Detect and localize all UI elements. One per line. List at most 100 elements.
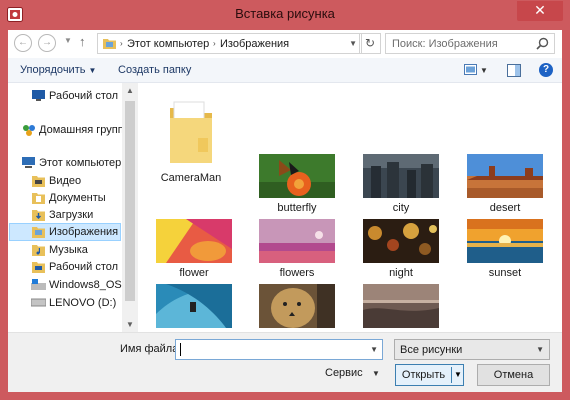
file-item-butterfly[interactable]: butterfly (252, 154, 342, 216)
homegroup-icon (23, 125, 35, 136)
computer-icon (22, 157, 35, 168)
thumbnail (259, 154, 335, 198)
sidebar-item-desktop-folder[interactable]: Рабочий стол (8, 258, 122, 276)
tools-menu[interactable]: Сервис (325, 367, 363, 379)
flowers-image (259, 219, 335, 263)
sidebar-item-music[interactable]: Музыка (8, 241, 122, 259)
file-name: sunset (488, 267, 522, 279)
dialog-footer: Имя файла: ▼ Все рисунки ▼ Сервис ▼ Откр… (8, 332, 562, 392)
refresh-icon: ↻ (364, 36, 376, 50)
change-view-icon[interactable] (464, 64, 477, 76)
file-item-cameraman[interactable]: CameraMan (146, 90, 236, 188)
file-type-value: Все рисунки (400, 344, 463, 356)
open-options-dropdown[interactable]: ▼ (454, 370, 462, 379)
thumbnail (467, 219, 543, 263)
address-bar[interactable]: › Этот компьютер › Изображения ▼ (97, 33, 362, 54)
chevron-down-icon: ▼ (536, 345, 544, 354)
refresh-button[interactable]: ↻ (359, 33, 381, 54)
file-name: night (389, 267, 413, 279)
address-dropdown-icon[interactable]: ▼ (349, 39, 357, 48)
view-options-dropdown[interactable]: ▼ (480, 66, 488, 75)
drive-c-icon (31, 279, 46, 290)
sidebar-item-this-pc[interactable]: Этот компьютер (8, 154, 122, 172)
documents-folder-icon (32, 193, 45, 204)
file-name: CameraMan (160, 172, 222, 184)
breadcrumb-this-pc[interactable]: Этот компьютер (127, 38, 209, 50)
split-divider (451, 367, 452, 383)
recent-locations-button[interactable]: ▼ (64, 36, 72, 45)
close-button[interactable]: ✕ (517, 1, 563, 21)
sidebar-item-label: Windows8_OS (C (49, 279, 122, 291)
file-item-sunset[interactable]: sunset (460, 219, 550, 281)
filename-label: Имя файла: (120, 343, 182, 355)
thumbnail (363, 154, 439, 198)
sidebar-item-desktop[interactable]: Рабочий стол (8, 87, 122, 105)
arrow-left-icon: ← (18, 37, 28, 48)
sidebar-item-label: Документы (49, 192, 106, 204)
file-item-flowers[interactable]: flowers (252, 219, 342, 281)
surf-image (156, 284, 232, 328)
address-row: ← → ▼ ↑ › Этот компьютер › Изображения ▼… (8, 30, 562, 58)
chevron-down-icon[interactable]: ▼ (370, 345, 378, 354)
cancel-button[interactable]: Отмена (477, 364, 550, 386)
sidebar-item-label: Рабочий стол (49, 90, 119, 102)
file-type-select[interactable]: Все рисунки ▼ (394, 339, 550, 360)
scroll-down-icon[interactable]: ▼ (126, 320, 134, 329)
thumbnail (363, 284, 439, 328)
city-image (363, 154, 439, 198)
up-button[interactable]: ↑ (79, 34, 86, 49)
desktop-icon (32, 90, 45, 101)
thumbnail (259, 284, 335, 328)
title-bar: Вставка рисунка ✕ (0, 0, 570, 30)
desktop-folder-icon (32, 262, 45, 273)
thumbnail (156, 284, 232, 328)
sidebar-item-label: Изображения (49, 226, 119, 238)
sidebar-item-drive-c[interactable]: Windows8_OS (C (8, 276, 122, 294)
sidebar-item-label: Рабочий стол (49, 261, 119, 273)
breadcrumb-pictures[interactable]: Изображения (220, 38, 289, 50)
sidebar-item-documents[interactable]: Документы (8, 189, 122, 207)
sidebar-item-label: Домашняя группа (39, 124, 122, 136)
file-item-city[interactable]: city (356, 154, 446, 216)
thumbnail (363, 219, 439, 263)
dialog-body: ← → ▼ ↑ › Этот компьютер › Изображения ▼… (8, 30, 562, 392)
search-input[interactable]: Поиск: Изображения (385, 33, 555, 54)
thumbnail (259, 219, 335, 263)
file-name: butterfly (277, 202, 317, 214)
navigation-scrollbar[interactable]: ▲ ▼ (122, 83, 138, 332)
search-icon (536, 37, 549, 50)
pictures-folder-icon (103, 39, 116, 49)
sidebar-item-video[interactable]: Видео (8, 172, 122, 190)
sidebar-item-drive-d[interactable]: LENOVO (D:) (8, 294, 122, 312)
sidebar-item-downloads[interactable]: Загрузки (8, 206, 122, 224)
new-folder-button[interactable]: Создать папку (118, 64, 191, 76)
sidebar-item-label: Этот компьютер (39, 157, 122, 169)
preview-pane-icon[interactable] (507, 64, 521, 77)
sidebar-item-homegroup[interactable]: Домашняя группа (8, 121, 122, 139)
music-folder-icon (32, 245, 45, 256)
open-button[interactable]: Открыть ▼ (395, 364, 464, 386)
organize-label: Упорядочить (20, 64, 86, 76)
scrollbar-thumb[interactable] (125, 101, 135, 301)
desert-image (467, 154, 543, 198)
sidebar-item-pictures[interactable]: Изображения (9, 223, 121, 241)
chevron-down-icon[interactable]: ▼ (372, 369, 380, 378)
organize-menu[interactable]: Упорядочить ▼ (20, 64, 96, 76)
scroll-up-icon[interactable]: ▲ (126, 86, 134, 95)
breadcrumb-separator: › (120, 39, 123, 48)
thumbnail (156, 219, 232, 263)
help-icon[interactable]: ? (539, 63, 553, 77)
night-image (363, 219, 439, 263)
window-title: Вставка рисунка (235, 6, 335, 21)
file-item-night[interactable]: night (356, 219, 446, 281)
breadcrumb-separator: › (213, 39, 216, 48)
file-item-flower[interactable]: flower (149, 219, 239, 281)
filename-input[interactable]: ▼ (175, 339, 383, 360)
navigation-pane: Рабочий стол Домашняя группа Этот компью… (8, 83, 122, 332)
file-item-desert[interactable]: desert (460, 154, 550, 216)
chevron-down-icon: ▼ (88, 66, 97, 75)
forward-button[interactable]: → (38, 34, 56, 52)
back-button[interactable]: ← (14, 34, 32, 52)
file-name: city (392, 202, 410, 214)
pictures-folder-icon (32, 227, 45, 238)
